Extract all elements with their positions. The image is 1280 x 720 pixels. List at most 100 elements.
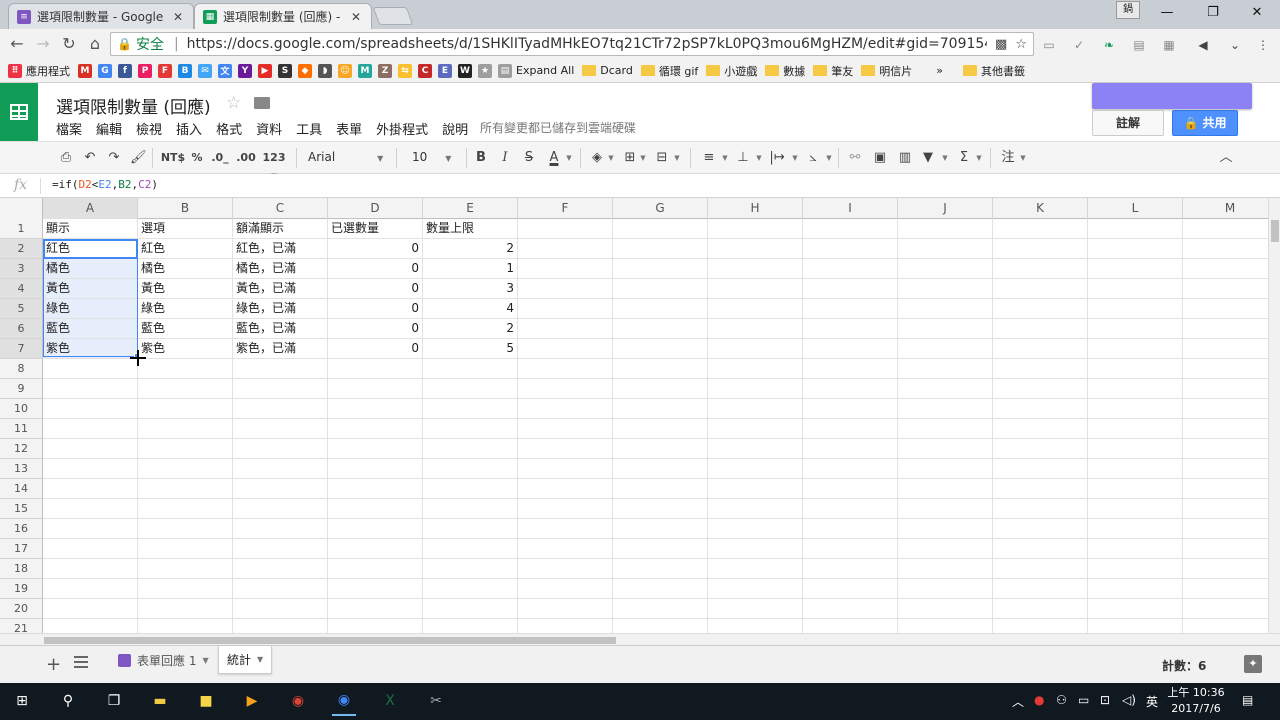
cell[interactable]: [1088, 399, 1183, 419]
cell[interactable]: [1088, 219, 1183, 239]
cell[interactable]: [1183, 559, 1268, 579]
cell[interactable]: 2: [423, 239, 518, 259]
cell[interactable]: [613, 399, 708, 419]
cell[interactable]: [423, 419, 518, 439]
cell[interactable]: [1183, 419, 1268, 439]
row-header[interactable]: 20: [0, 599, 43, 619]
bookmark-item[interactable]: F: [158, 63, 172, 78]
print-icon[interactable]: ⎙: [58, 150, 74, 166]
snipping-tool-icon[interactable]: ✂: [424, 689, 448, 713]
cell[interactable]: [898, 279, 993, 299]
save-status[interactable]: 所有變更都已儲存到雲端硬碟: [480, 119, 636, 136]
cell[interactable]: [993, 439, 1088, 459]
row-header[interactable]: 10: [0, 399, 43, 419]
cell[interactable]: [233, 439, 328, 459]
cell[interactable]: [708, 579, 803, 599]
bookmark-item[interactable]: ☺: [338, 63, 352, 78]
cell[interactable]: [518, 419, 613, 439]
cell[interactable]: [328, 599, 423, 619]
cell[interactable]: 藍色: [138, 319, 233, 339]
text-wrap-icon[interactable]: |↦: [766, 150, 788, 166]
cell[interactable]: 額滿顯示: [233, 219, 328, 239]
cell[interactable]: [1183, 279, 1268, 299]
vertical-align-icon[interactable]: ⊥: [734, 150, 752, 166]
comment-icon[interactable]: ▣: [872, 150, 888, 166]
cell[interactable]: [993, 619, 1088, 633]
cell[interactable]: [993, 459, 1088, 479]
cell[interactable]: [1183, 599, 1268, 619]
cell[interactable]: [708, 599, 803, 619]
horizontal-scroll-thumb[interactable]: [44, 637, 616, 644]
cell[interactable]: [1088, 319, 1183, 339]
chevron-down-icon[interactable]: ⌄: [1226, 36, 1244, 54]
speaker-extension-icon[interactable]: ◀: [1194, 36, 1212, 54]
redo-icon[interactable]: ↷: [106, 150, 122, 166]
cell[interactable]: [993, 219, 1088, 239]
cell[interactable]: [613, 299, 708, 319]
cell[interactable]: [423, 619, 518, 633]
cell[interactable]: 0: [328, 339, 423, 359]
cell[interactable]: [708, 359, 803, 379]
column-header[interactable]: K: [993, 198, 1088, 219]
cell[interactable]: [233, 539, 328, 559]
cell[interactable]: [898, 239, 993, 259]
cell[interactable]: 數量上限: [423, 219, 518, 239]
chevron-down-icon[interactable]: ▼: [257, 655, 263, 664]
cell[interactable]: [518, 359, 613, 379]
cell[interactable]: [803, 439, 898, 459]
cell[interactable]: [328, 479, 423, 499]
cell[interactable]: [1088, 619, 1183, 633]
cell[interactable]: [138, 439, 233, 459]
italic-button[interactable]: I: [498, 150, 512, 166]
bookmark-item[interactable]: 小遊戲: [706, 63, 757, 79]
cell[interactable]: [803, 459, 898, 479]
qr-code-icon[interactable]: ▩: [995, 37, 1007, 52]
cell[interactable]: [708, 319, 803, 339]
row-header[interactable]: 12: [0, 439, 43, 459]
cell[interactable]: [518, 579, 613, 599]
cell[interactable]: [328, 499, 423, 519]
row-header[interactable]: 7: [0, 339, 43, 359]
menu-item[interactable]: 說明: [442, 119, 468, 138]
cell[interactable]: [898, 619, 993, 633]
chevron-down-icon[interactable]: ▼: [974, 150, 984, 166]
cell[interactable]: [803, 259, 898, 279]
spreadsheet-grid[interactable]: ABCDEFGHIJKLM 1 顯示 選項 額滿顯示 已選數量 數量上限 2 紅色 紅色 紅色，已…: [0, 198, 1268, 633]
select-all-corner[interactable]: [0, 198, 43, 219]
home-icon[interactable]: ⌂: [84, 34, 106, 54]
cell[interactable]: [233, 419, 328, 439]
cell[interactable]: [708, 619, 803, 633]
formula-input[interactable]: =if(D2<E2,B2,C2): [52, 178, 158, 191]
taskbar-clock[interactable]: 上午 10:36 2017/7/6: [1166, 685, 1226, 717]
column-header[interactable]: G: [613, 198, 708, 219]
row-header[interactable]: 21: [0, 619, 43, 633]
cell[interactable]: [138, 379, 233, 399]
maximize-button[interactable]: ❐: [1190, 0, 1236, 26]
notifications-icon[interactable]: ▤: [1242, 693, 1253, 707]
cell[interactable]: [43, 559, 138, 579]
bookmark-item[interactable]: Y: [238, 63, 252, 78]
row-header[interactable]: 8: [0, 359, 43, 379]
cell[interactable]: [708, 259, 803, 279]
reload-icon[interactable]: ↻: [58, 34, 80, 54]
column-header[interactable]: M: [1183, 198, 1268, 219]
cell[interactable]: [708, 539, 803, 559]
sheet-tab-stats[interactable]: 統計 ▼: [218, 646, 273, 674]
menu-item[interactable]: 編輯: [96, 119, 122, 138]
bookmark-item[interactable]: C: [418, 63, 432, 78]
cell[interactable]: 紅色，已滿: [233, 239, 328, 259]
cell[interactable]: [803, 339, 898, 359]
column-header[interactable]: L: [1088, 198, 1183, 219]
cell[interactable]: [138, 459, 233, 479]
row-header[interactable]: 4: [0, 279, 43, 299]
cell[interactable]: [1088, 579, 1183, 599]
cell[interactable]: [1088, 359, 1183, 379]
cell[interactable]: [613, 619, 708, 633]
column-header[interactable]: B: [138, 198, 233, 219]
cell[interactable]: [803, 559, 898, 579]
cell[interactable]: [423, 439, 518, 459]
cell[interactable]: 藍色，已滿: [233, 319, 328, 339]
chevron-down-icon[interactable]: ▼: [564, 150, 574, 166]
input-tools-button[interactable]: 注: [998, 150, 1018, 166]
close-window-button[interactable]: ✕: [1234, 0, 1280, 26]
